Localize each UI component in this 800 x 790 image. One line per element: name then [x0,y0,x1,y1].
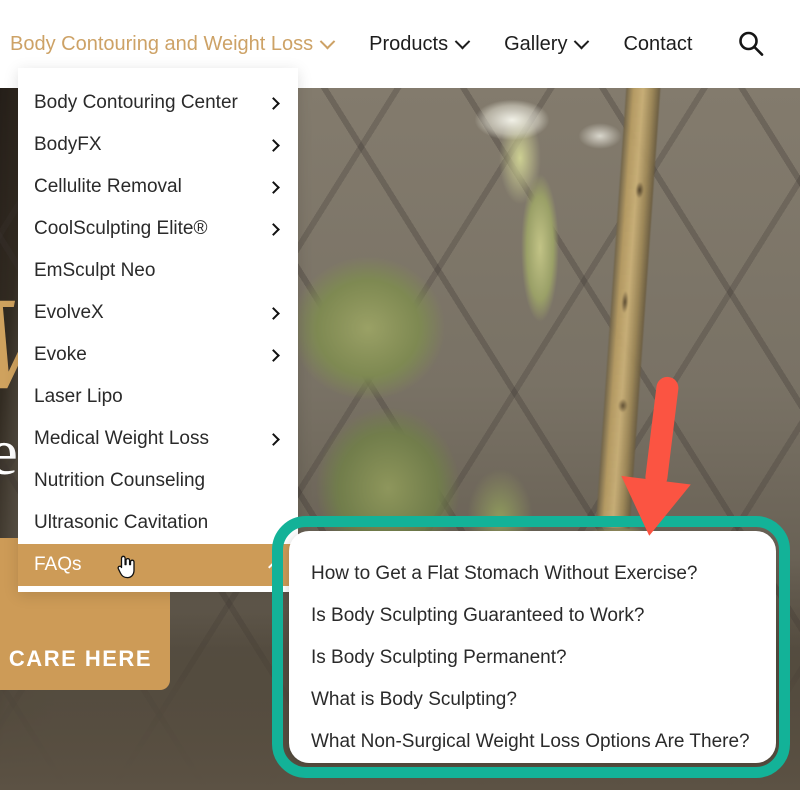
chevron-down-icon [319,33,336,49]
chevron-up-icon [268,560,283,575]
menu-item-medical-weight-loss[interactable]: Medical Weight Loss [18,418,298,460]
chevron-down-icon [454,33,471,49]
menu-item-emsculpt-neo[interactable]: EmSculpt Neo [18,250,298,292]
nav-item-label: Body Contouring and Weight Loss [10,32,314,55]
chevron-right-icon [267,306,280,320]
menu-item-label: Medical Weight Loss [34,428,209,449]
submenu-item-guaranteed-to-work[interactable]: Is Body Sculpting Guaranteed to Work? [289,595,776,637]
menu-item-evoke[interactable]: Evoke [18,334,298,376]
nav-item-gallery[interactable]: Gallery [504,27,590,62]
menu-item-label: Body Contouring Center [34,92,238,113]
menu-item-body-contouring-center[interactable]: Body Contouring Center [18,82,298,124]
menu-item-label: EvolveX [34,302,104,323]
body-contouring-dropdown-menu: Body Contouring Center BodyFX Cellulite … [18,68,298,592]
menu-item-label: Laser Lipo [34,386,123,407]
chevron-right-icon [267,222,280,236]
menu-item-coolsculpting-elite[interactable]: CoolSculpting Elite® [18,208,298,250]
menu-item-label: Nutrition Counseling [34,470,206,491]
menu-item-nutrition-counseling[interactable]: Nutrition Counseling [18,460,298,502]
menu-item-cellulite-removal[interactable]: Cellulite Removal [18,166,298,208]
nav-item-label: Contact [623,32,693,55]
faqs-submenu-panel: How to Get a Flat Stomach Without Exerci… [289,531,776,763]
nav-item-contact[interactable]: Contact [623,27,692,62]
chevron-right-icon [267,180,280,194]
menu-item-label: FAQs [34,554,82,575]
menu-item-label: EmSculpt Neo [34,260,156,281]
search-button[interactable] [736,29,766,59]
menu-item-ultrasonic-cavitation[interactable]: Ultrasonic Cavitation [18,502,298,544]
menu-item-label: CoolSculpting Elite® [34,218,208,239]
submenu-item-permanent[interactable]: Is Body Sculpting Permanent? [289,637,776,679]
menu-item-label: Evoke [34,344,87,365]
chevron-down-icon [574,33,590,49]
chevron-right-icon [267,96,280,110]
menu-item-label: Ultrasonic Cavitation [34,512,209,533]
nav-item-label: Products [369,32,449,55]
browser-page: Wh ated CARE HERE Body Contouring and We… [0,0,800,790]
nav-item-label: Gallery [504,32,568,55]
submenu-item-non-surgical-options[interactable]: What Non-Surgical Weight Loss Options Ar… [289,721,776,763]
menu-item-evolvex[interactable]: EvolveX [18,292,298,334]
chevron-right-icon [267,432,280,446]
menu-item-bodyfx[interactable]: BodyFX [18,124,298,166]
menu-item-faqs[interactable]: FAQs [18,544,298,586]
menu-item-laser-lipo[interactable]: Laser Lipo [18,376,298,418]
chevron-right-icon [267,138,280,152]
menu-item-label: BodyFX [34,134,102,155]
chevron-right-icon [267,348,280,362]
search-icon [739,31,764,56]
nav-item-body-contouring[interactable]: Body Contouring and Weight Loss [10,27,336,62]
submenu-item-what-is-body-sculpting[interactable]: What is Body Sculpting? [289,679,776,721]
mouse-cursor-pointer-icon [117,555,135,579]
nav-item-products[interactable]: Products [369,27,471,62]
menu-item-label: Cellulite Removal [34,176,182,197]
submenu-item-flat-stomach[interactable]: How to Get a Flat Stomach Without Exerci… [289,553,776,595]
